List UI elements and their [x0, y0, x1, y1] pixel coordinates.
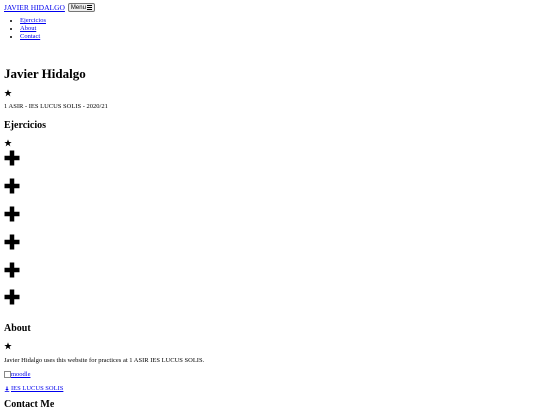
menu-button-label: Menu — [70, 4, 86, 11]
broken-image-icon — [4, 371, 11, 379]
top-navbar: JAVIER HIDALGO Menu — [4, 3, 95, 12]
ies-lucus-solis-link[interactable]: IES LUCUS SOLIS — [4, 385, 63, 393]
brand-link[interactable]: JAVIER HIDALGO — [4, 3, 65, 12]
about-text: Javier Hidalgo uses this website for pra… — [4, 357, 205, 364]
nav-link-ejercicios[interactable]: Ejercicios — [20, 17, 46, 24]
plus-icon[interactable] — [3, 233, 21, 251]
hero-subtitle: 1 ASIR - IES LUCUS SOLIS - 2020/21 — [4, 103, 108, 110]
moodle-image-alt: moodle — [11, 371, 31, 378]
plus-icon[interactable] — [3, 177, 21, 195]
nav-item-contact: Contact — [20, 33, 46, 41]
nav-link-about[interactable]: About — [20, 25, 36, 32]
nav-item-about: About — [20, 25, 46, 33]
section-title-about: About — [4, 323, 31, 334]
plus-icon[interactable] — [3, 261, 21, 279]
star-icon — [4, 139, 12, 147]
section-title-contact: Contact Me — [4, 399, 55, 410]
download-icon — [4, 386, 10, 392]
ies-lucus-solis-label: IES LUCUS SOLIS — [11, 385, 64, 392]
moodle-image-link[interactable]: moodle — [4, 371, 31, 379]
plus-icon[interactable] — [3, 288, 21, 306]
section-title-ejercicios: Ejercicios — [4, 120, 47, 131]
star-icon — [4, 342, 12, 350]
nav-link-contact[interactable]: Contact — [20, 33, 40, 40]
menu-button[interactable]: Menu — [67, 3, 95, 12]
plus-icon[interactable] — [3, 149, 21, 167]
nav-list: Ejercicios About Contact — [20, 17, 46, 41]
plus-icon[interactable] — [3, 205, 21, 223]
star-icon — [4, 89, 12, 97]
hamburger-icon — [86, 5, 92, 10]
nav-item-ejercicios: Ejercicios — [20, 17, 46, 25]
page-title: Javier Hidalgo — [4, 66, 86, 81]
